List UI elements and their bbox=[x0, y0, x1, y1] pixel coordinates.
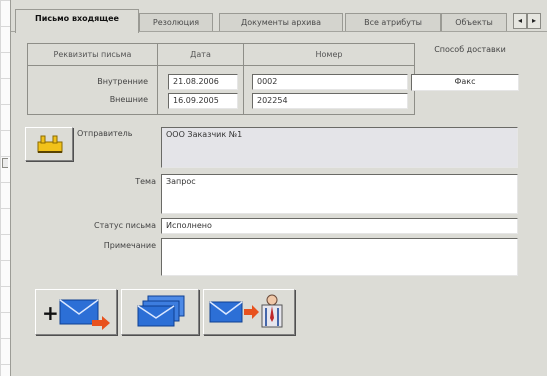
letter-card-window: Письмо входящее Резолюция Документы архи… bbox=[10, 0, 547, 376]
organization-icon bbox=[37, 135, 63, 153]
tab-incoming-letter[interactable]: Письмо входящее bbox=[15, 9, 139, 33]
delivery-method-field[interactable]: Факс bbox=[411, 74, 519, 91]
internal-label: Внутренние bbox=[97, 77, 148, 86]
tab-scroll-left-icon[interactable]: ◂ bbox=[513, 13, 527, 29]
requisites-table: Реквизиты письма Дата Номер Внутренние В… bbox=[27, 43, 415, 115]
tab-resolution[interactable]: Резолюция bbox=[139, 13, 213, 32]
tab-archive-documents[interactable]: Документы архива bbox=[219, 13, 343, 32]
letters-registry-button[interactable] bbox=[121, 289, 199, 335]
send-to-employee-button[interactable] bbox=[203, 289, 295, 335]
subject-label: Тема bbox=[135, 177, 156, 186]
delivery-method-label: Способ доставки bbox=[434, 45, 506, 54]
note-label: Примечание bbox=[103, 241, 156, 250]
external-label: Внешние bbox=[109, 95, 148, 104]
tab-all-attributes[interactable]: Все атрибуты bbox=[345, 13, 441, 32]
svg-text:+: + bbox=[42, 301, 59, 325]
send-letter-to-person-icon bbox=[209, 294, 283, 328]
external-date-field[interactable]: 16.09.2005 bbox=[168, 93, 238, 109]
tab-strip: Письмо входящее Резолюция Документы архи… bbox=[11, 8, 547, 33]
requisites-row-labels bbox=[28, 66, 158, 114]
add-letter-icon: + bbox=[42, 299, 110, 330]
requisites-header-number: Номер bbox=[244, 44, 414, 66]
requisites-header-date: Дата bbox=[158, 44, 244, 66]
tab-scroll-right-icon[interactable]: ▸ bbox=[527, 13, 541, 29]
requisites-header-label: Реквизиты письма bbox=[28, 44, 158, 66]
internal-number-field[interactable]: 0002 bbox=[252, 74, 408, 90]
sender-field[interactable]: ООО Заказчик №1 bbox=[161, 127, 518, 168]
external-number-field[interactable]: 202254 bbox=[252, 93, 408, 109]
tab-objects[interactable]: Объекты bbox=[441, 13, 507, 32]
new-letter-button[interactable]: + bbox=[35, 289, 117, 335]
sender-select-button[interactable] bbox=[25, 127, 73, 161]
splitter-handle[interactable] bbox=[2, 158, 8, 168]
note-field[interactable] bbox=[161, 238, 518, 276]
letter-stack-icon bbox=[137, 295, 185, 327]
subject-field[interactable]: Запрос bbox=[161, 174, 518, 214]
internal-date-field[interactable]: 21.08.2006 bbox=[168, 74, 238, 90]
status-field[interactable]: Исполнено bbox=[161, 218, 518, 234]
status-label: Статус письма bbox=[94, 221, 156, 230]
sender-label: Отправитель bbox=[77, 129, 133, 138]
